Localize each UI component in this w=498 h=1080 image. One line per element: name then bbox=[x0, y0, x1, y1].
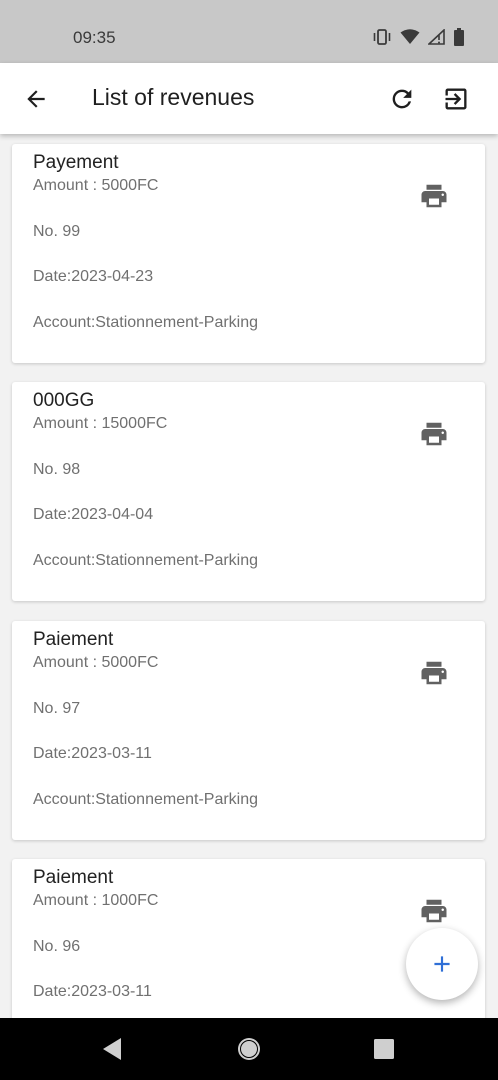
add-revenue-button[interactable] bbox=[406, 928, 478, 1000]
revenue-number: No. 99 bbox=[33, 223, 81, 240]
revenue-title: Paiement bbox=[33, 867, 114, 888]
square-recents-icon bbox=[374, 1039, 394, 1059]
refresh-button[interactable] bbox=[386, 83, 418, 115]
print-button[interactable] bbox=[418, 657, 450, 689]
revenue-date: Date:2023-04-23 bbox=[33, 268, 154, 285]
revenue-date: Date:2023-03-11 bbox=[33, 983, 152, 1000]
battery-icon bbox=[454, 28, 464, 51]
print-icon bbox=[421, 899, 447, 923]
revenue-card[interactable]: Paiement Amount : 5000FC No. 97 Date:202… bbox=[12, 621, 485, 840]
print-icon bbox=[421, 422, 447, 446]
print-button[interactable] bbox=[418, 895, 450, 927]
page-title: List of revenues bbox=[92, 84, 255, 110]
revenue-card[interactable]: Paiement Amount : 1000FC No. 96 Date:202… bbox=[12, 859, 485, 1018]
status-time: 09:35 bbox=[73, 28, 116, 47]
logout-button[interactable] bbox=[440, 83, 472, 115]
revenue-amount: Amount : 1000FC bbox=[33, 892, 159, 909]
nav-home-button[interactable] bbox=[236, 1036, 262, 1062]
status-bar: 09:35 bbox=[0, 0, 498, 63]
triangle-back-icon bbox=[103, 1038, 121, 1060]
print-icon bbox=[421, 661, 447, 685]
revenue-account: Account:Stationnement-Parking bbox=[33, 552, 259, 569]
add-icon bbox=[434, 956, 450, 972]
print-button[interactable] bbox=[418, 180, 450, 212]
system-nav-bar bbox=[0, 1018, 498, 1080]
revenue-number: No. 97 bbox=[33, 700, 81, 717]
vibrate-icon bbox=[372, 29, 392, 50]
status-icons bbox=[372, 28, 464, 51]
revenue-title: Payement bbox=[33, 152, 119, 173]
revenue-amount: Amount : 15000FC bbox=[33, 415, 168, 432]
signal-icon bbox=[426, 28, 446, 50]
revenue-account: Account:Stationnement-Parking bbox=[33, 791, 259, 808]
revenue-card[interactable]: Payement Amount : 5000FC No. 99 Date:202… bbox=[12, 144, 485, 363]
back-button[interactable] bbox=[20, 83, 52, 115]
revenue-date: Date:2023-04-04 bbox=[33, 506, 154, 523]
wifi-icon bbox=[400, 29, 420, 50]
arrow-back-icon bbox=[27, 90, 45, 108]
app-bar: List of revenues bbox=[0, 63, 498, 134]
print-button[interactable] bbox=[418, 418, 450, 450]
revenue-account: Account:Stationnement-Parking bbox=[33, 314, 259, 331]
revenue-amount: Amount : 5000FC bbox=[33, 177, 159, 194]
revenue-card[interactable]: 000GG Amount : 15000FC No. 98 Date:2023-… bbox=[12, 382, 485, 601]
revenue-date: Date:2023-03-11 bbox=[33, 745, 152, 762]
refresh-icon bbox=[392, 89, 412, 109]
exit-to-app-icon bbox=[445, 88, 467, 110]
print-icon bbox=[421, 184, 447, 208]
revenue-number: No. 98 bbox=[33, 461, 81, 478]
revenue-number: No. 96 bbox=[33, 938, 81, 955]
nav-back-button[interactable] bbox=[100, 1036, 124, 1062]
revenue-title: 000GG bbox=[33, 390, 95, 411]
revenue-amount: Amount : 5000FC bbox=[33, 654, 159, 671]
nav-recents-button[interactable] bbox=[372, 1037, 396, 1061]
circle-home-icon bbox=[238, 1038, 260, 1060]
revenue-title: Paiement bbox=[33, 629, 114, 650]
revenue-list[interactable]: Payement Amount : 5000FC No. 99 Date:202… bbox=[0, 134, 498, 1018]
